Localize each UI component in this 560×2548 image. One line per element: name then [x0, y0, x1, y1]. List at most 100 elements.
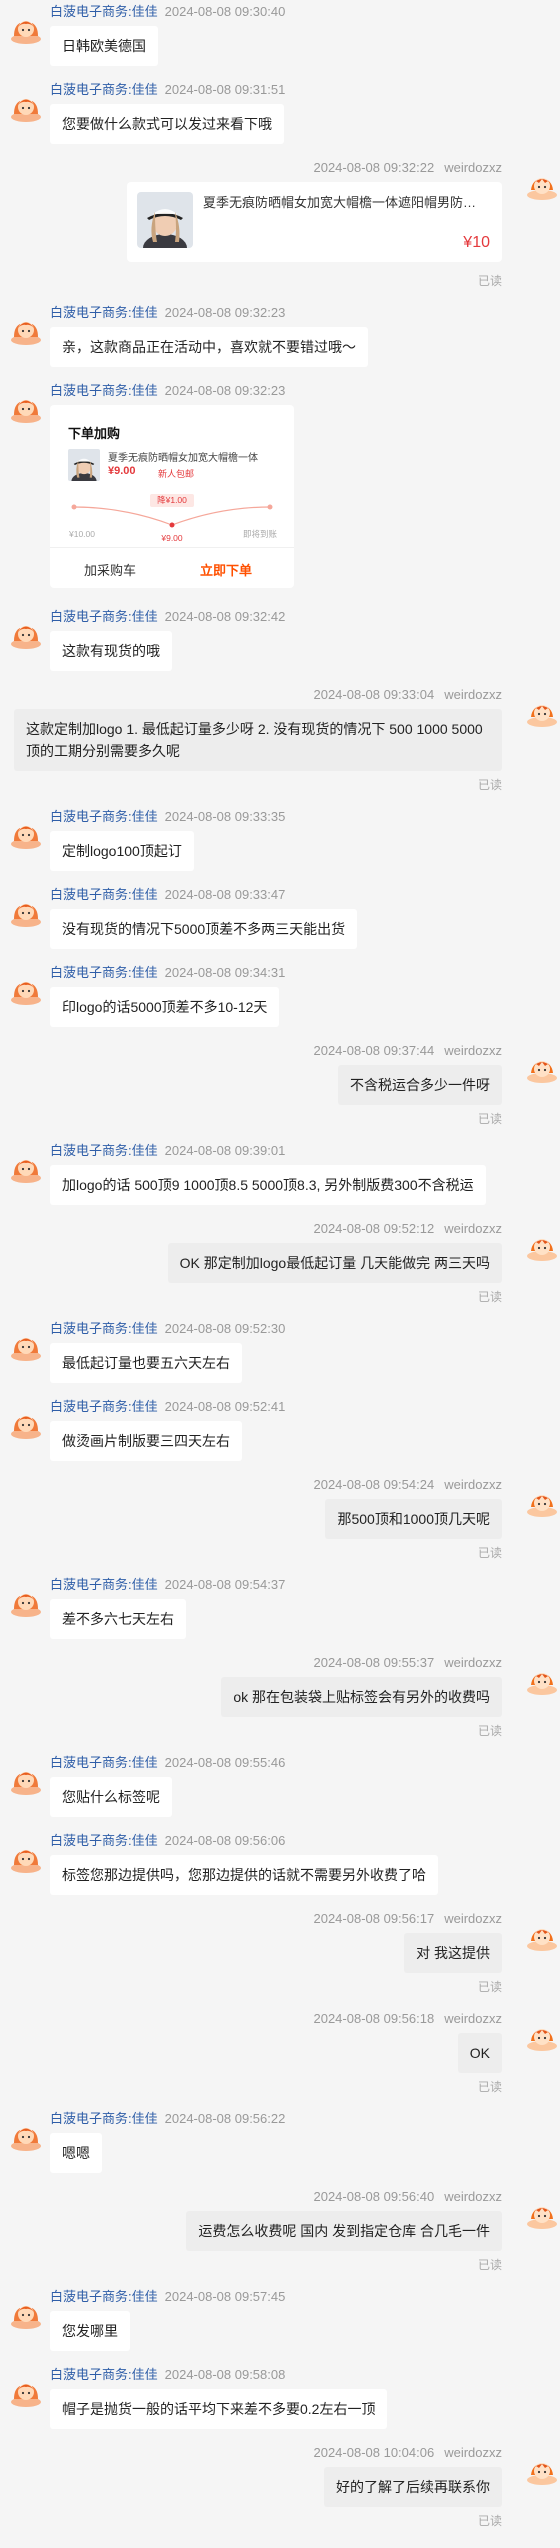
sender-name[interactable]: 白菠电子商务:佳佳: [50, 1833, 158, 1848]
sender-name[interactable]: weirdozxz: [444, 1221, 502, 1236]
sender-name[interactable]: 白菠电子商务:佳佳: [50, 1399, 158, 1414]
timestamp: 2024-08-08 09:32:22: [313, 160, 435, 175]
sender-name[interactable]: weirdozxz: [444, 1655, 502, 1670]
buyer-avatar[interactable]: [526, 1051, 558, 1083]
chart-point: [169, 522, 175, 528]
seller-avatar[interactable]: [10, 895, 42, 927]
message-bubble[interactable]: ok 那在包装袋上贴标签会有另外的收费吗: [221, 1677, 502, 1717]
seller-avatar[interactable]: [10, 2119, 42, 2151]
message-bubble[interactable]: 运费怎么收费呢 国内 发到指定仓库 合几毛一件: [186, 2211, 502, 2251]
sender-name[interactable]: 白菠电子商务:佳佳: [50, 609, 158, 624]
timestamp: 2024-08-08 09:33:04: [313, 687, 435, 702]
add-to-cart-button[interactable]: 加采购车: [84, 560, 136, 579]
message-bubble[interactable]: 没有现货的情况下5000顶差不多两三天能出货: [50, 909, 358, 949]
buyer-avatar[interactable]: [526, 2019, 558, 2051]
chart-point: [71, 504, 77, 510]
buyer-avatar[interactable]: [526, 2453, 558, 2485]
message-left: 白菠电子商务:佳佳 2024-08-08 09:39:01 加logo的话 500顶…: [0, 1141, 560, 1205]
sender-name[interactable]: 白菠电子商务:佳佳: [50, 383, 158, 398]
seller-avatar[interactable]: [10, 391, 42, 423]
buyer-avatar[interactable]: [526, 1663, 558, 1695]
sender-name[interactable]: 白菠电子商务:佳佳: [50, 82, 158, 97]
seller-avatar[interactable]: [10, 617, 42, 649]
message-bubble[interactable]: 做烫画片制版要三四天左右: [50, 1421, 242, 1461]
seller-avatar[interactable]: [10, 1763, 42, 1795]
message-meta: 白菠电子商务:佳佳 2024-08-08 09:34:31: [50, 963, 530, 983]
message-bubble[interactable]: 您贴什么标签呢: [50, 1777, 172, 1817]
message-bubble[interactable]: 帽子是抛货一般的话平均下来差不多要0.2左右一顶: [50, 2389, 388, 2429]
sender-name[interactable]: 白菠电子商务:佳佳: [50, 2367, 158, 2382]
message-bubble[interactable]: 标签您那边提供吗，您那边提供的话就不需要另外收费了哈: [50, 1855, 438, 1895]
sender-name[interactable]: 白菠电子商务:佳佳: [50, 1755, 158, 1770]
buyer-avatar[interactable]: [526, 1229, 558, 1261]
buyer-avatar[interactable]: [526, 1485, 558, 1517]
sender-name[interactable]: 白菠电子商务:佳佳: [50, 1321, 158, 1336]
message-bubble[interactable]: 最低起订量也要五六天左右: [50, 1343, 242, 1383]
message-bubble[interactable]: 好的了解了后续再联系你: [324, 2467, 502, 2507]
seller-avatar[interactable]: [10, 1841, 42, 1873]
buy-now-button[interactable]: 立即下单: [200, 560, 252, 579]
message-bubble[interactable]: 加logo的话 500顶9 1000顶8.5 5000顶8.3, 另外制版费30…: [50, 1165, 486, 1205]
message-meta: 白菠电子商务:佳佳 2024-08-08 09:30:40: [50, 2, 530, 22]
sender-name[interactable]: 白菠电子商务:佳佳: [50, 965, 158, 980]
message-bubble[interactable]: 印logo的话5000顶差不多10-12天: [50, 987, 280, 1027]
timestamp: 2024-08-08 09:56:06: [164, 1833, 286, 1848]
message-bubble[interactable]: 差不多六七天左右: [50, 1599, 186, 1639]
message-meta: 2024-08-08 09:33:04 weirdozxz: [14, 685, 502, 705]
buyer-avatar[interactable]: [526, 1919, 558, 1951]
sender-name[interactable]: 白菠电子商务:佳佳: [50, 809, 158, 824]
message-bubble[interactable]: 那500顶和1000顶几天呢: [325, 1499, 502, 1539]
message-left: 白菠电子商务:佳佳 2024-08-08 09:33:35 定制logo100顶起订: [0, 807, 560, 871]
product-card[interactable]: 夏季无痕防晒帽女加宽大帽檐一体遮阳帽男防紫外线U... ¥10: [127, 182, 502, 262]
sender-name[interactable]: weirdozxz: [444, 160, 502, 175]
buyer-avatar[interactable]: [526, 168, 558, 200]
seller-avatar[interactable]: [10, 313, 42, 345]
message-right: 2024-08-08 10:04:06 weirdozxz 好的了解了后续再联系你已…: [0, 2443, 560, 2529]
message-left: 白菠电子商务:佳佳 2024-08-08 09:56:06 标签您那边提供吗，您那边…: [0, 1831, 560, 1895]
sender-name[interactable]: weirdozxz: [444, 1477, 502, 1492]
message-bubble[interactable]: 定制logo100顶起订: [50, 831, 194, 871]
sender-name[interactable]: 白菠电子商务:佳佳: [50, 887, 158, 902]
timestamp: 2024-08-08 09:54:24: [313, 1477, 435, 1492]
seller-avatar[interactable]: [10, 90, 42, 122]
message-bubble[interactable]: 日韩欧美德国: [50, 26, 158, 66]
message-bubble[interactable]: 这款有现货的哦: [50, 631, 172, 671]
message-bubble[interactable]: 嗯嗯: [50, 2133, 102, 2173]
sender-name[interactable]: weirdozxz: [444, 1043, 502, 1058]
seller-avatar[interactable]: [10, 1585, 42, 1617]
message-bubble[interactable]: OK: [457, 2033, 502, 2073]
message-left: 白菠电子商务:佳佳 2024-08-08 09:31:51 您要做什么款式可以发过来…: [0, 80, 560, 144]
seller-avatar[interactable]: [10, 2297, 42, 2329]
message-bubble[interactable]: 您发哪里: [50, 2311, 130, 2351]
seller-avatar[interactable]: [10, 973, 42, 1005]
sender-name[interactable]: weirdozxz: [444, 2189, 502, 2204]
sender-name[interactable]: 白菠电子商务:佳佳: [50, 1143, 158, 1158]
chart-point: [267, 504, 273, 510]
buyer-avatar[interactable]: [526, 695, 558, 727]
seller-avatar[interactable]: [10, 1407, 42, 1439]
seller-avatar[interactable]: [10, 1151, 42, 1183]
message-bubble[interactable]: OK 那定制加logo最低起订量 几天能做完 两三天吗: [167, 1243, 502, 1283]
buyer-avatar[interactable]: [526, 2197, 558, 2229]
message-gap: [0, 1027, 560, 1041]
sender-name[interactable]: 白菠电子商务:佳佳: [50, 1577, 158, 1592]
message-bubble[interactable]: 亲，这款商品正在活动中，喜欢就不要错过哦～: [50, 327, 368, 367]
message-gap: [0, 144, 560, 158]
message-bubble[interactable]: 您要做什么款式可以发过来看下哦: [50, 104, 284, 144]
sender-name[interactable]: 白菠电子商务:佳佳: [50, 2289, 158, 2304]
sender-name[interactable]: weirdozxz: [444, 2445, 502, 2460]
seller-avatar[interactable]: [10, 817, 42, 849]
sender-name[interactable]: weirdozxz: [444, 687, 502, 702]
sender-name[interactable]: 白菠电子商务:佳佳: [50, 305, 158, 320]
sender-name[interactable]: weirdozxz: [444, 1911, 502, 1926]
seller-avatar[interactable]: [10, 1329, 42, 1361]
message-bubble[interactable]: 对 我这提供: [404, 1933, 502, 1973]
read-receipt: 已读: [477, 2514, 502, 2528]
message-bubble[interactable]: 这款定制加logo 1. 最低起订量多少呀 2. 没有现货的情况下 500 10…: [14, 709, 502, 771]
sender-name[interactable]: 白菠电子商务:佳佳: [50, 4, 158, 19]
sender-name[interactable]: 白菠电子商务:佳佳: [50, 2111, 158, 2126]
sender-name[interactable]: weirdozxz: [444, 2011, 502, 2026]
seller-avatar[interactable]: [10, 2375, 42, 2407]
message-bubble[interactable]: 不含税运合多少一件呀: [338, 1065, 502, 1105]
seller-avatar[interactable]: [10, 12, 42, 44]
